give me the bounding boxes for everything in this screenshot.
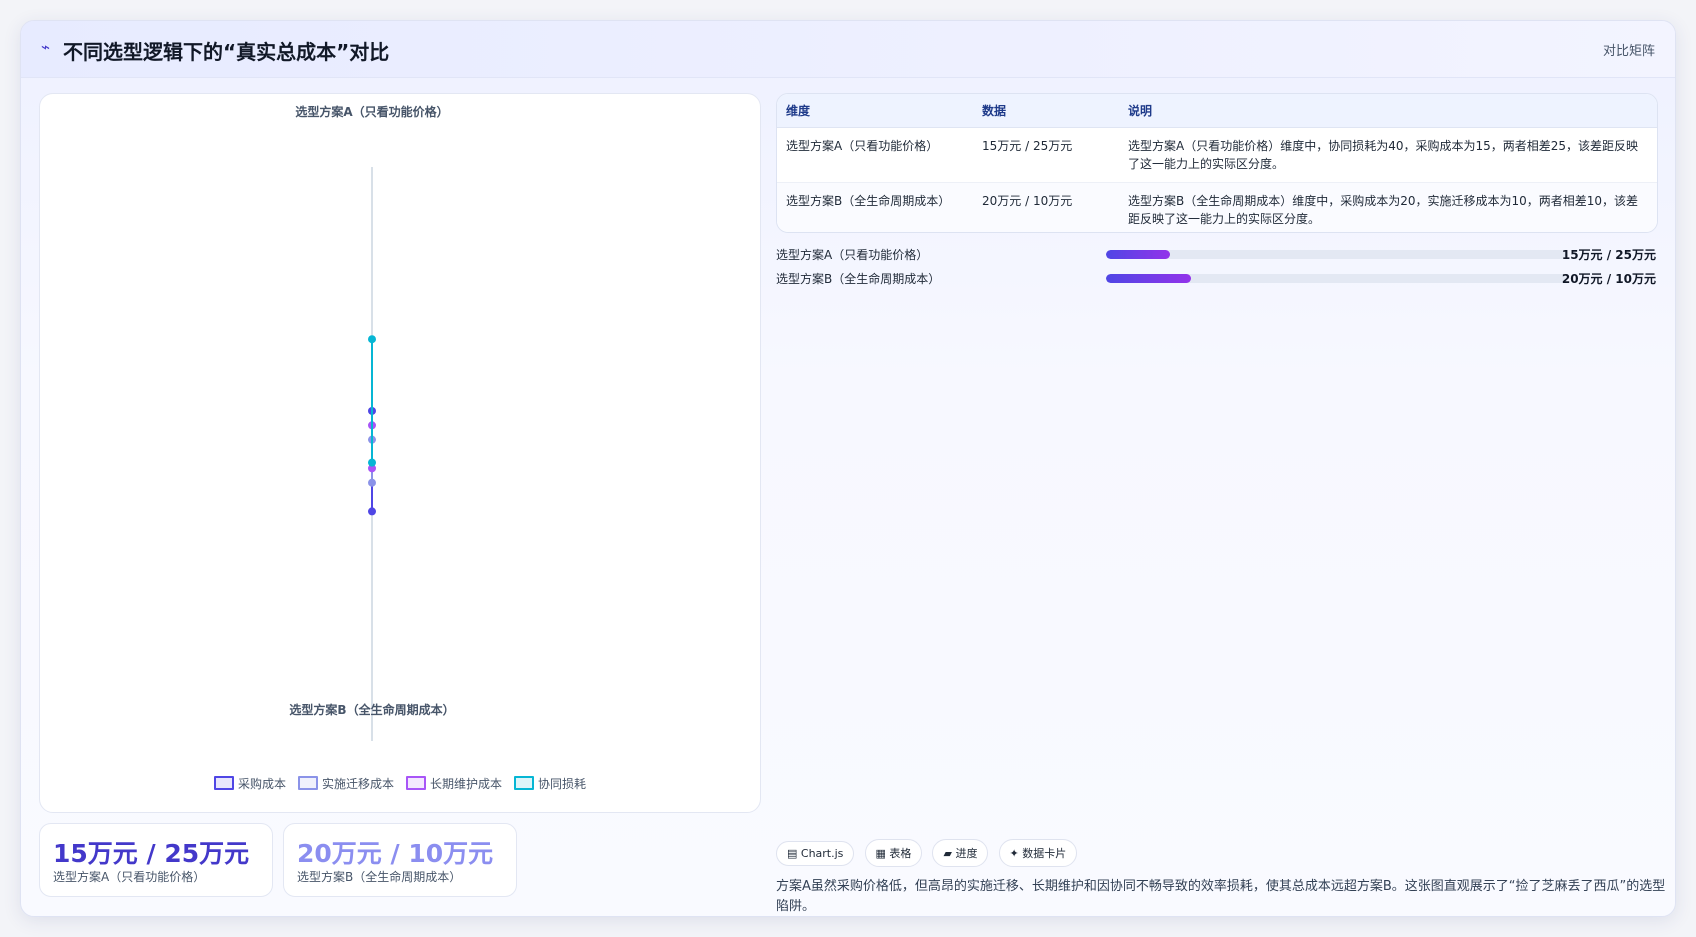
progress-list: 选型方案A（只看功能价格） 15万元 / 25万元 选型方案B（全生命周期成本）…	[776, 244, 1656, 292]
kpi-card-a: 15万元 / 25万元 选型方案A（只看功能价格）	[39, 823, 273, 897]
summary-text: 方案A虽然采购价格低，但高昂的实施迁移、长期维护和因协同不畅导致的效率损耗，使其…	[776, 879, 1666, 914]
radar-chart-panel: 选型方案A（只看功能价格） 选型方案B（全生命周期成本） 采购成本 实施迁移成本 长期…	[39, 93, 761, 813]
progress-value: 20万元 / 10万元	[1561, 272, 1656, 286]
table-cell: 选型方案B（全生命周期成本）	[786, 194, 951, 208]
sparkline-icon: ⌁	[41, 38, 51, 56]
legend-item[interactable]: 长期维护成本	[406, 775, 502, 792]
view-label[interactable]: 对比矩阵	[1603, 40, 1655, 59]
legend-label: 协同损耗	[538, 777, 587, 791]
table-cell: 选型方案B（全生命周期成本）维度中，采购成本为20，实施迁移成本为10，两者相差…	[1128, 194, 1639, 226]
progress-track	[1106, 250, 1566, 259]
chart-legend: 采购成本 实施迁移成本 长期维护成本 协同损耗	[40, 775, 760, 792]
legend-swatch	[213, 776, 234, 790]
table-cell: 选型方案A（只看功能价格）维度中，协同损耗为40，采购成本为15，两者相差25，…	[1128, 139, 1639, 171]
radar-axis-label: 选型方案A（只看功能价格）	[295, 104, 448, 119]
chip-chartjs[interactable]: ▤ Chart.js	[776, 841, 855, 866]
data-table: 维度 数据 说明 选型方案A（只看功能价格） 15万元 / 25万元 选型方案A…	[776, 93, 1658, 233]
chip-progress[interactable]: ▰ 进度	[932, 839, 989, 867]
progress-row-a: 选型方案A（只看功能价格） 15万元 / 25万元	[776, 244, 1656, 268]
kpi-value-b: 20万元 / 10万元	[297, 839, 494, 868]
table-header-data: 数据	[973, 94, 1119, 128]
radar-point	[368, 478, 376, 487]
progress-row-b: 选型方案B（全生命周期成本） 20万元 / 10万元	[776, 268, 1656, 292]
table-row: 选型方案A（只看功能价格） 15万元 / 25万元 选型方案A（只看功能价格）维…	[777, 128, 1657, 183]
legend-label: 采购成本	[237, 777, 286, 791]
radar-chart: 选型方案A（只看功能价格） 选型方案B（全生命周期成本）	[289, 104, 455, 741]
dashboard-card: ⌁ 不同选型逻辑下的“真实总成本”对比 对比矩阵 选型方案A（只看功能价格） 选型…	[20, 20, 1676, 917]
progress-fill	[1106, 274, 1192, 283]
table-header-note: 说明	[1119, 94, 1657, 128]
legend-item[interactable]: 采购成本	[213, 775, 286, 792]
table-row: 选型方案B（全生命周期成本） 20万元 / 10万元 选型方案B（全生命周期成本…	[777, 182, 1657, 232]
kpi-label-a: 选型方案A（只看功能价格）	[53, 870, 206, 884]
progress-fill	[1106, 250, 1171, 259]
kpi-card-b: 20万元 / 10万元 选型方案B（全生命周期成本）	[283, 823, 517, 897]
table-header-dimension: 维度	[777, 94, 973, 128]
kpi-label-b: 选型方案B（全生命周期成本）	[297, 870, 462, 884]
chip-data-card[interactable]: ✦ 数据卡片	[998, 839, 1078, 867]
legend-item[interactable]: 协同损耗	[514, 775, 586, 792]
legend-swatch	[406, 776, 426, 790]
legend-swatch	[514, 776, 535, 790]
progress-value: 15万元 / 25万元	[1561, 248, 1656, 262]
table-cell: 20万元 / 10万元	[982, 194, 1073, 208]
table-cell: 15万元 / 25万元	[982, 139, 1073, 153]
legend-item[interactable]: 实施迁移成本	[297, 775, 394, 792]
tag-chips: ▤ Chart.js ▦ 表格 ▰ 进度 ✦ 数据卡片	[776, 839, 1082, 867]
chip-table[interactable]: ▦ 表格	[864, 839, 923, 867]
radar-point	[368, 335, 376, 344]
progress-label: 选型方案A（只看功能价格）	[776, 248, 929, 262]
radar-axis-label: 选型方案B（全生命周期成本）	[289, 702, 454, 717]
legend-label: 长期维护成本	[430, 777, 503, 791]
legend-swatch	[297, 776, 318, 790]
kpi-value-a: 15万元 / 25万元	[53, 839, 250, 868]
radar-point	[368, 507, 376, 516]
page-title: 不同选型逻辑下的“真实总成本”对比	[63, 40, 390, 64]
progress-label: 选型方案B（全生命周期成本）	[776, 272, 941, 286]
table-cell: 选型方案A（只看功能价格）	[786, 139, 939, 153]
progress-track	[1106, 274, 1566, 283]
header: ⌁ 不同选型逻辑下的“真实总成本”对比 对比矩阵	[21, 21, 1675, 78]
legend-label: 实施迁移成本	[321, 777, 394, 791]
radar-point	[368, 458, 376, 467]
